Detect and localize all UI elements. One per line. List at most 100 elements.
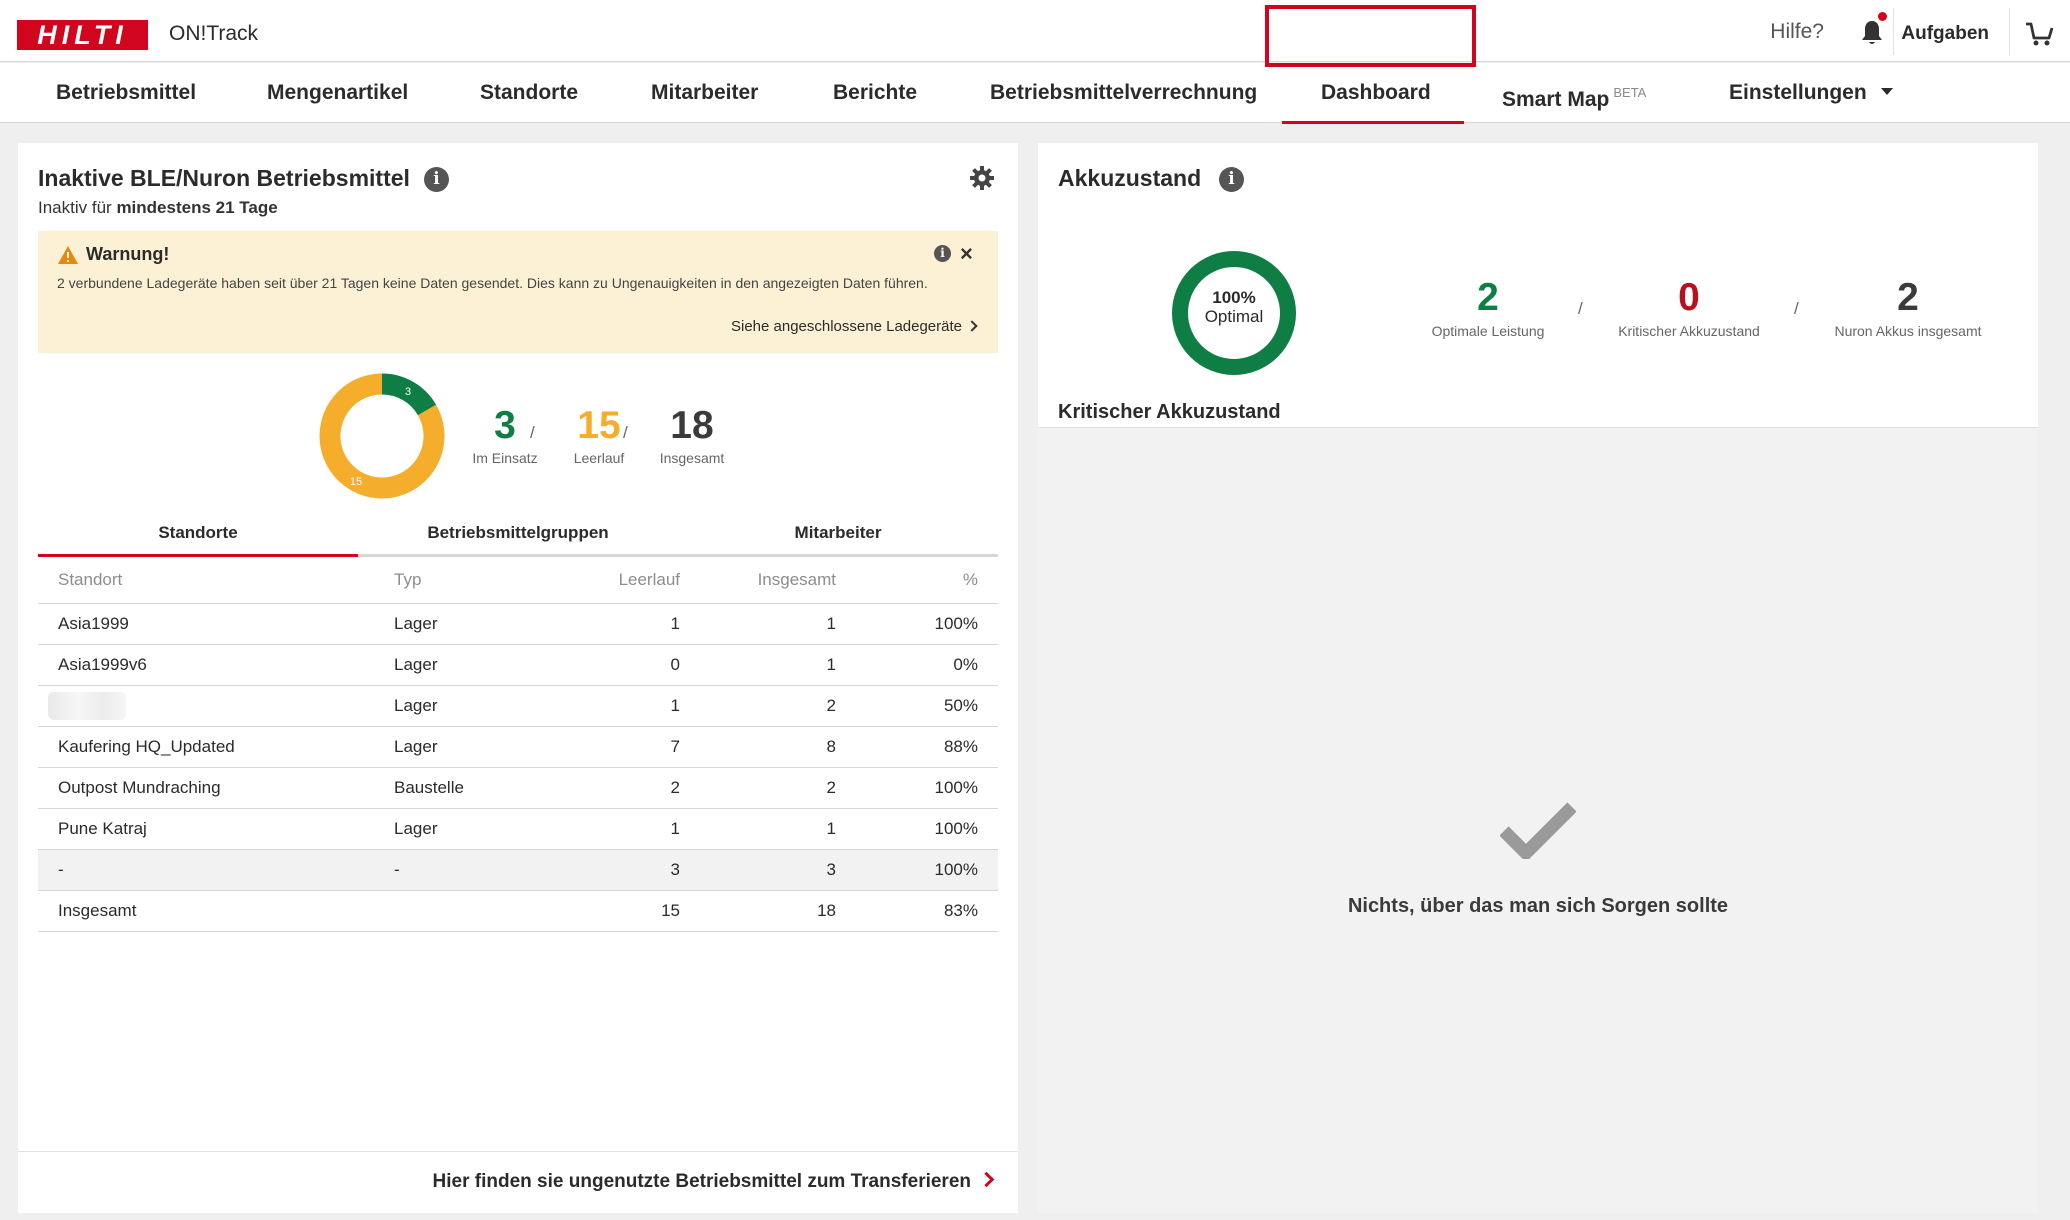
- chevron-right-icon: [966, 320, 978, 332]
- nav-betriebsmittelverrechnung[interactable]: Betriebsmittelverrechnung: [990, 63, 1257, 123]
- locations-table: Standort Typ Leerlauf Insgesamt % Asia19…: [38, 558, 998, 932]
- info-icon[interactable]: i: [1219, 167, 1244, 192]
- cell-insgesamt: 1: [700, 644, 856, 686]
- nav-mitarbeiter[interactable]: Mitarbeiter: [651, 63, 758, 123]
- tab-standorte-label: Standorte: [158, 523, 238, 542]
- cell-standort: Kaufering HQ_Updated: [38, 726, 374, 768]
- cell-percent: 50%: [856, 685, 998, 727]
- tab-mitarbeiter[interactable]: Mitarbeiter: [678, 519, 998, 554]
- cart-icon[interactable]: [2024, 20, 2054, 48]
- top-bar: HILTI ON!Track Hilfe? Aufgaben: [0, 0, 2070, 62]
- view-chargers-label: Siehe angeschlossene Ladegeräte: [730, 318, 962, 335]
- col-typ[interactable]: Typ: [374, 558, 574, 604]
- bell-icon[interactable]: [1857, 18, 1887, 48]
- info-icon[interactable]: i: [424, 167, 449, 192]
- cell-typ: Baustelle: [374, 767, 574, 809]
- stat-separator: /: [1794, 299, 1799, 318]
- col-leerlauf[interactable]: Leerlauf: [574, 558, 700, 604]
- stat-total-label: Insgesamt: [659, 450, 725, 466]
- nav-standorte[interactable]: Standorte: [480, 63, 578, 123]
- view-chargers-link[interactable]: Siehe angeschlossene Ladegeräte: [730, 318, 978, 335]
- cell-typ: -: [374, 849, 574, 891]
- warning-info-icon[interactable]: i: [934, 245, 951, 262]
- logo-text: HILTI: [37, 20, 128, 50]
- transfer-assets-link[interactable]: Hier finden sie ungenutzte Betriebsmitte…: [433, 1171, 995, 1193]
- subtitle-prefix: Inaktiv für: [38, 198, 112, 217]
- cell-standort: Pune Katraj: [38, 808, 374, 850]
- cell-leerlauf: 2: [574, 767, 700, 809]
- cell-percent: 100%: [856, 603, 998, 645]
- empty-state-message: Nichts, über das man sich Sorgen sollte: [1347, 895, 1729, 917]
- table-row[interactable]: Outpost Mundraching Baustelle 2 2 100%: [38, 767, 998, 809]
- table-row[interactable]: Kaufering HQ_Updated Lager 7 8 88%: [38, 726, 998, 768]
- cell-leerlauf: 15: [574, 890, 700, 932]
- cell-percent: 100%: [856, 849, 998, 891]
- tab-mitarbeiter-label: Mitarbeiter: [794, 523, 882, 542]
- cell-typ: Lager: [374, 603, 574, 645]
- cell-insgesamt: 8: [700, 726, 856, 768]
- active-tab-underline: [38, 554, 358, 557]
- col-insgesamt[interactable]: Insgesamt: [700, 558, 856, 604]
- battery-summary: Akkuzustand i 100% Optimal 2 Optimale Le…: [1038, 143, 2038, 428]
- table-row[interactable]: Pune Katraj Lager 1 1 100%: [38, 808, 998, 850]
- col-standort[interactable]: Standort: [38, 558, 374, 604]
- close-icon[interactable]: ×: [960, 241, 973, 267]
- cell-percent: 88%: [856, 726, 998, 768]
- cell-typ: Lager: [374, 808, 574, 850]
- cell-leerlauf: 1: [574, 603, 700, 645]
- cell-standort: -: [38, 849, 374, 891]
- nav-betriebsmittel[interactable]: Betriebsmittel: [56, 63, 196, 123]
- app-name: ON!Track: [169, 22, 259, 45]
- cell-standort: [38, 685, 374, 727]
- active-nav-underline: [1282, 121, 1464, 124]
- critical-section-title: Kritischer Akkuzustand: [1058, 401, 1281, 423]
- cell-insgesamt: 1: [700, 808, 856, 850]
- stat-separator: /: [530, 423, 535, 442]
- nav-berichte[interactable]: Berichte: [833, 63, 917, 123]
- table-row[interactable]: Lager 1 2 50%: [38, 685, 998, 727]
- nav-mengenartikel[interactable]: Mengenartikel: [267, 63, 408, 123]
- tab-standorte[interactable]: Standorte: [38, 519, 358, 557]
- donut-data-label: 15: [350, 476, 362, 488]
- main-nav: Betriebsmittel Mengenartikel Standorte M…: [0, 63, 2070, 123]
- stat-optimal-label: Optimale Leistung: [1431, 323, 1545, 339]
- help-link[interactable]: Hilfe?: [1770, 20, 1824, 44]
- nav-smart-map[interactable]: Smart Map BETA: [1502, 63, 1646, 123]
- breakdown-tabs: Standorte Betriebsmittelgruppen Mitarbei…: [38, 519, 998, 557]
- nav-einstellungen[interactable]: Einstellungen: [1729, 63, 1893, 123]
- header-divider: [2009, 8, 2010, 55]
- table-row[interactable]: - - 3 3 100%: [38, 849, 998, 891]
- table-row[interactable]: Asia1999 Lager 1 1 100%: [38, 603, 998, 645]
- cell-standort: Asia1999: [38, 603, 374, 645]
- panel-title: Akkuzustand: [1058, 165, 1202, 191]
- cell-leerlauf: 1: [574, 685, 700, 727]
- tab-betriebsmittelgruppen[interactable]: Betriebsmittelgruppen: [358, 519, 678, 554]
- hilti-logo[interactable]: HILTI: [17, 20, 148, 50]
- table-total-row: Insgesamt 15 18 83%: [38, 890, 998, 932]
- subtitle-bold: mindestens 21 Tage: [116, 198, 278, 217]
- caret-down-icon: [1880, 88, 1893, 95]
- checkmark-icon: [1500, 802, 1576, 859]
- cell-percent: 83%: [856, 890, 998, 932]
- panel-subtitle: Inaktiv für mindestens 21 Tage: [38, 198, 278, 218]
- cell-typ: Lager: [374, 644, 574, 686]
- notification-dot: [1878, 12, 1887, 21]
- table-header-row: Standort Typ Leerlauf Insgesamt %: [38, 558, 998, 604]
- stat-separator: /: [1578, 299, 1583, 318]
- cell-typ: Lager: [374, 685, 574, 727]
- gear-icon[interactable]: [969, 165, 995, 191]
- donut-center-label: 100% Optimal: [1169, 288, 1299, 326]
- table-row[interactable]: Asia1999v6 Lager 0 1 0%: [38, 644, 998, 686]
- cell-leerlauf: 1: [574, 808, 700, 850]
- warning-icon: [58, 246, 78, 264]
- nav-dashboard[interactable]: Dashboard: [1321, 63, 1431, 123]
- cell-insgesamt: 1: [700, 603, 856, 645]
- warning-banner: Warnung! i × 2 verbundene Ladegeräte hab…: [38, 231, 998, 353]
- nav-einstellungen-label: Einstellungen: [1729, 81, 1867, 104]
- chevron-right-icon: [978, 1171, 995, 1188]
- redacted-name: [48, 691, 126, 720]
- col-percent[interactable]: %: [856, 558, 998, 604]
- tasks-link[interactable]: Aufgaben: [1901, 23, 1989, 45]
- battery-status-panel: Akkuzustand i 100% Optimal 2 Optimale Le…: [1038, 143, 2038, 1213]
- stat-total-value: 18: [670, 404, 714, 447]
